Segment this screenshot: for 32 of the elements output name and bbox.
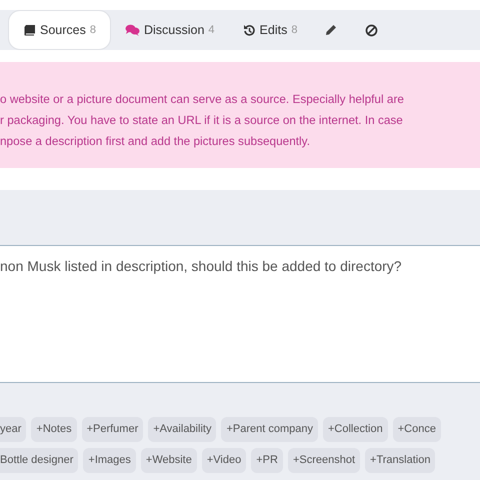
- alert-text-line: npose a description first and add the pictures subsequently.: [0, 133, 311, 150]
- add-field-button[interactable]: +Conce: [392, 417, 441, 442]
- tab-count: 8: [291, 22, 298, 38]
- add-field-button[interactable]: +Availability: [148, 417, 216, 442]
- ban-icon: [365, 24, 378, 36]
- alert-text-line: r packaging. You have to state an URL if it is a source on the internet. In case: [0, 112, 404, 129]
- add-field-button[interactable]: +Translation: [365, 448, 436, 473]
- add-field-button[interactable]: Bottle designer: [0, 448, 78, 473]
- add-field-button[interactable]: +Collection: [322, 417, 388, 442]
- book-icon: [23, 24, 36, 36]
- tab-label: Edits: [260, 22, 288, 39]
- add-field-button[interactable]: +Video: [202, 448, 246, 473]
- tab[interactable]: Discussion 4: [110, 10, 229, 50]
- comment-field[interactable]: non Musk listed in description, should this be added to directory?: [0, 245, 480, 383]
- add-field-button[interactable]: +Notes: [31, 417, 77, 442]
- alert-text-line: o website or a picture document can serve as a source. Especially helpful are: [0, 91, 405, 108]
- add-field-button[interactable]: +Perfumer: [82, 417, 144, 442]
- tab-label: Discussion: [144, 22, 204, 39]
- tab[interactable]: Sources 8: [8, 10, 111, 50]
- chat-bubbles-icon: [124, 24, 140, 36]
- tab-count: 8: [90, 22, 96, 38]
- pencil-icon: [325, 24, 338, 36]
- tab-count: 4: [208, 22, 215, 38]
- add-field-button[interactable]: +Parent company: [221, 417, 318, 442]
- history-icon: [242, 24, 256, 36]
- add-field-button[interactable]: +Images: [83, 448, 136, 473]
- add-field-button[interactable]: +Screenshot: [288, 448, 360, 473]
- tab[interactable]: Edits 8: [228, 10, 312, 50]
- add-field-button[interactable]: year: [0, 417, 26, 442]
- add-field-button[interactable]: +Website: [140, 448, 197, 473]
- tab-label: Sources: [40, 22, 86, 39]
- add-field-button[interactable]: +PR: [251, 448, 283, 473]
